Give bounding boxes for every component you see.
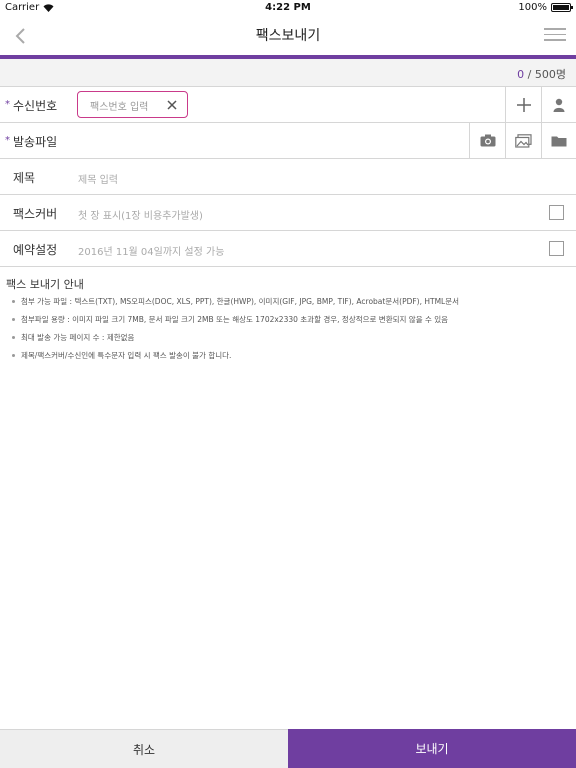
fax-cover-label: 팩스커버 xyxy=(13,207,58,221)
guide-item: 제목/팩스커버/수신인에 특수문자 입력 시 팩스 발송이 불가 합니다. xyxy=(12,350,459,368)
folder-button[interactable] xyxy=(541,123,576,158)
battery-percent: 100% xyxy=(518,2,547,13)
fax-number-placeholder: 팩스번호 입력 xyxy=(90,102,149,113)
battery-icon xyxy=(551,3,573,12)
reservation-row: 예약설정 2016년 11월 04일까지 설정 가능 xyxy=(0,231,576,267)
bottom-action-bar: 취소 보내기 xyxy=(0,729,576,768)
guide-item: 최대 발송 가능 페이지 수 : 제한없음 xyxy=(12,332,459,350)
required-mark: * xyxy=(5,135,10,146)
subject-row: 제목 제목 입력 xyxy=(0,159,576,195)
clear-button[interactable] xyxy=(165,97,179,111)
close-icon xyxy=(167,100,177,110)
attachment-label: 발송파일 xyxy=(13,135,58,149)
fax-cover-row: 팩스커버 첫 장 표시(1장 비용추가발생) xyxy=(0,195,576,231)
subject-label: 제목 xyxy=(13,171,36,185)
fax-number-input[interactable]: 팩스번호 입력 xyxy=(77,91,188,118)
guide-title: 팩스 보내기 안내 xyxy=(6,278,84,291)
recipient-row: * 수신번호 팩스번호 입력 xyxy=(0,87,576,123)
reservation-checkbox[interactable] xyxy=(549,241,564,256)
camera-icon xyxy=(480,134,495,147)
add-recipient-button[interactable] xyxy=(505,87,541,122)
page-title: 팩스보내기 xyxy=(255,28,321,44)
cancel-button[interactable]: 취소 xyxy=(0,729,288,768)
status-bar: Carrier 4:22 PM 100% xyxy=(0,0,576,16)
recipient-counter: 0 / 500명 xyxy=(517,66,566,82)
folder-icon xyxy=(551,136,567,146)
recipient-max: / 500명 xyxy=(527,68,566,81)
required-mark: * xyxy=(5,99,10,110)
gallery-icon xyxy=(515,133,532,148)
recipient-count: 0 xyxy=(517,68,525,81)
guide-item: 첨부파일 용량 : 이미지 파일 크기 7MB, 문서 파일 크기 2MB 또는… xyxy=(12,314,459,332)
attachment-row: * 발송파일 xyxy=(0,123,576,159)
reservation-label: 예약설정 xyxy=(13,243,58,257)
guide-item: 첨부 가능 파일 : 텍스트(TXT), MS오피스(DOC, XLS, PPT… xyxy=(12,296,459,314)
status-time: 4:22 PM xyxy=(265,2,311,13)
fax-cover-description: 첫 장 표시(1장 비용추가발생) xyxy=(78,211,203,222)
recipient-label: 수신번호 xyxy=(13,99,58,113)
nav-bar: 팩스보내기 xyxy=(0,16,576,56)
reservation-description: 2016년 11월 04일까지 설정 가능 xyxy=(78,247,225,258)
hamburger-icon xyxy=(544,28,566,41)
subject-input[interactable]: 제목 입력 xyxy=(78,171,118,186)
contacts-button[interactable] xyxy=(541,87,576,122)
camera-button[interactable] xyxy=(469,123,505,158)
send-button[interactable]: 보내기 xyxy=(288,729,576,768)
status-right: 100% xyxy=(518,2,573,13)
plus-icon xyxy=(516,97,531,112)
gallery-button[interactable] xyxy=(505,123,541,158)
guide-list: 첨부 가능 파일 : 텍스트(TXT), MS오피스(DOC, XLS, PPT… xyxy=(12,296,459,368)
person-icon xyxy=(553,98,565,112)
menu-button[interactable] xyxy=(544,25,566,45)
fax-cover-checkbox[interactable] xyxy=(549,205,564,220)
recipient-counter-row: 0 / 500명 xyxy=(0,59,576,87)
